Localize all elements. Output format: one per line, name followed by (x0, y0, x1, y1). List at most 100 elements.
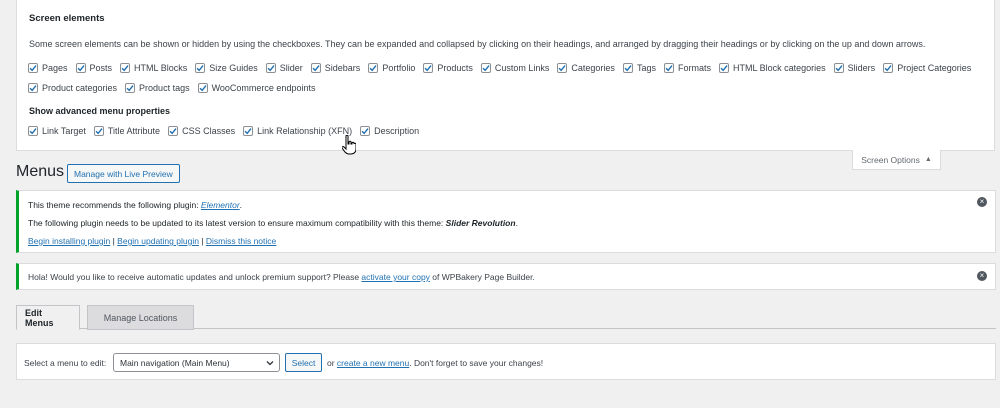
checkmark-icon[interactable] (120, 63, 131, 73)
dismiss-icon[interactable]: × (977, 197, 987, 207)
menu-select-bar: Select a menu to edit: Main navigation (… (16, 343, 996, 380)
page-title: Menus (16, 163, 65, 180)
wpbakery-notice: Hola! Would you like to receive automati… (16, 263, 996, 290)
nav-tabs: Edit Menus Manage Locations (16, 305, 996, 330)
checkbox-categories[interactable]: Categories (557, 63, 615, 73)
checkbox-products[interactable]: Products (423, 63, 473, 73)
checkbox-pages[interactable]: Pages (28, 63, 68, 73)
checkmark-icon[interactable] (423, 63, 434, 73)
checkbox-label: WooCommerce endpoints (211, 83, 316, 93)
checkbox-html-blocks[interactable]: HTML Blocks (120, 63, 187, 73)
manage-live-preview-button[interactable]: Manage with Live Preview (67, 164, 180, 183)
checkmark-icon[interactable] (28, 63, 38, 73)
notice-actions: Begin installing plugin | Begin updating… (28, 236, 276, 246)
wpbakery-notice-text: Hola! Would you like to receive automati… (28, 272, 535, 282)
checkmark-icon[interactable] (93, 126, 104, 136)
checkbox-label: Formats (677, 63, 711, 73)
checkmark-icon[interactable] (28, 83, 38, 93)
checkbox-label: Posts (89, 63, 113, 73)
checkbox-label: Categories (571, 63, 615, 73)
activate-copy-link[interactable]: activate your copy (361, 272, 430, 282)
screen-elements-description: Some screen elements can be shown or hid… (29, 39, 926, 49)
elementor-link[interactable]: Elementor (201, 200, 240, 210)
save-reminder-text: . Don't forget to save your changes! (409, 358, 544, 368)
checkmark-icon[interactable] (360, 126, 371, 136)
tab-edit-menus[interactable]: Edit Menus (16, 305, 80, 330)
checkmark-icon[interactable] (197, 83, 208, 93)
checkmark-icon[interactable] (718, 63, 729, 73)
checkbox-custom-links[interactable]: Custom Links (480, 63, 549, 73)
screen-options-toggle[interactable]: Screen Options ▲ (852, 150, 941, 170)
checkbox-label: Project Categories (897, 63, 972, 73)
checkbox-label: Sidebars (324, 63, 361, 73)
select-button[interactable]: Select (285, 353, 322, 372)
checkbox-label: Size Guides (209, 63, 258, 73)
notice-text: . (515, 218, 518, 228)
checkbox-label: Portfolio (382, 63, 416, 73)
begin-updating-link[interactable]: Begin updating plugin (117, 236, 199, 246)
checkbox-label: Link Relationship (XFN) (257, 126, 353, 136)
checkmark-icon[interactable] (833, 63, 844, 73)
notice-line-1: This theme recommends the following plug… (28, 200, 242, 210)
checkbox-html-block-categories[interactable]: HTML Block categories (718, 63, 826, 73)
arrow-up-icon: ▲ (924, 156, 932, 163)
checkbox-label: Product tags (139, 83, 190, 93)
notice-text: . (239, 200, 243, 210)
chevron-down-icon (266, 361, 274, 366)
checkbox-project-categories[interactable]: Project Categories (883, 63, 971, 73)
checkmark-icon[interactable] (663, 63, 674, 73)
checkbox-title-attribute[interactable]: Title Attribute (93, 126, 161, 136)
checkmark-icon[interactable] (622, 63, 633, 73)
checkbox-portfolio[interactable]: Portfolio (368, 63, 415, 73)
screen-options-panel: Screen elements Some screen elements can… (16, 0, 995, 155)
checkbox-sliders[interactable]: Sliders (833, 63, 876, 73)
checkbox-label: Sliders (847, 63, 876, 73)
checkmark-icon[interactable] (883, 63, 894, 73)
notice-text: of WPBakery Page Builder. (429, 272, 535, 282)
checkbox-sidebars[interactable]: Sidebars (310, 63, 361, 73)
hand-pointer-cursor-icon (342, 135, 356, 155)
checkmark-icon[interactable] (243, 126, 254, 136)
checkmark-icon[interactable] (195, 63, 206, 73)
notice-line-2: The following plugin needs to be updated… (28, 218, 518, 228)
dismiss-notice-link[interactable]: Dismiss this notice (206, 236, 276, 246)
checkbox-label: Link Target (42, 126, 86, 136)
checkbox-description[interactable]: Description (360, 126, 419, 136)
checkbox-link-relationship-xfn[interactable]: Link Relationship (XFN) (243, 126, 352, 136)
checkbox-size-guides[interactable]: Size Guides (195, 63, 258, 73)
checkmark-icon[interactable] (168, 126, 179, 136)
checkbox-posts[interactable]: Posts (75, 63, 113, 73)
checkbox-label: Description (374, 126, 420, 136)
checkbox-css-classes[interactable]: CSS Classes (168, 126, 235, 136)
checkbox-slider[interactable]: Slider (265, 63, 303, 73)
checkbox-label: Product categories (42, 83, 118, 93)
checkbox-label: Title Attribute (107, 126, 161, 136)
checkbox-product-tags[interactable]: Product tags (125, 83, 190, 93)
screen-elements-row-1: Pages Posts HTML Blocks Size Guides Slider Si… (28, 63, 979, 73)
checkbox-label: Pages (42, 63, 68, 73)
advanced-properties-heading: Show advanced menu properties (29, 106, 171, 116)
begin-installing-link[interactable]: Begin installing plugin (28, 236, 110, 246)
checkmark-icon[interactable] (265, 63, 276, 73)
checkmark-icon[interactable] (28, 126, 38, 136)
checkbox-label: HTML Blocks (134, 63, 188, 73)
select-menu-label: Select a menu to edit: (24, 358, 107, 368)
tab-manage-locations[interactable]: Manage Locations (87, 305, 194, 330)
checkmark-icon[interactable] (368, 63, 379, 73)
advanced-properties-row: Link Target Title Attribute CSS Classes Lin… (28, 126, 427, 136)
checkbox-link-target[interactable]: Link Target (28, 126, 86, 136)
or-text: or (327, 358, 337, 368)
checkmark-icon[interactable] (75, 63, 86, 73)
checkmark-icon[interactable] (480, 63, 491, 73)
checkmark-icon[interactable] (310, 63, 321, 73)
checkmark-icon[interactable] (125, 83, 136, 93)
checkmark-icon[interactable] (557, 63, 568, 73)
checkbox-formats[interactable]: Formats (663, 63, 711, 73)
checkbox-product-categories[interactable]: Product categories (28, 83, 117, 93)
dismiss-icon[interactable]: × (977, 271, 987, 281)
checkbox-tags[interactable]: Tags (622, 63, 656, 73)
menu-select-dropdown[interactable]: Main navigation (Main Menu) (113, 353, 280, 372)
create-new-menu-link[interactable]: create a new menu (337, 358, 409, 368)
checkbox-woocommerce-endpoints[interactable]: WooCommerce endpoints (197, 83, 316, 93)
checkbox-label: Products (437, 63, 473, 73)
